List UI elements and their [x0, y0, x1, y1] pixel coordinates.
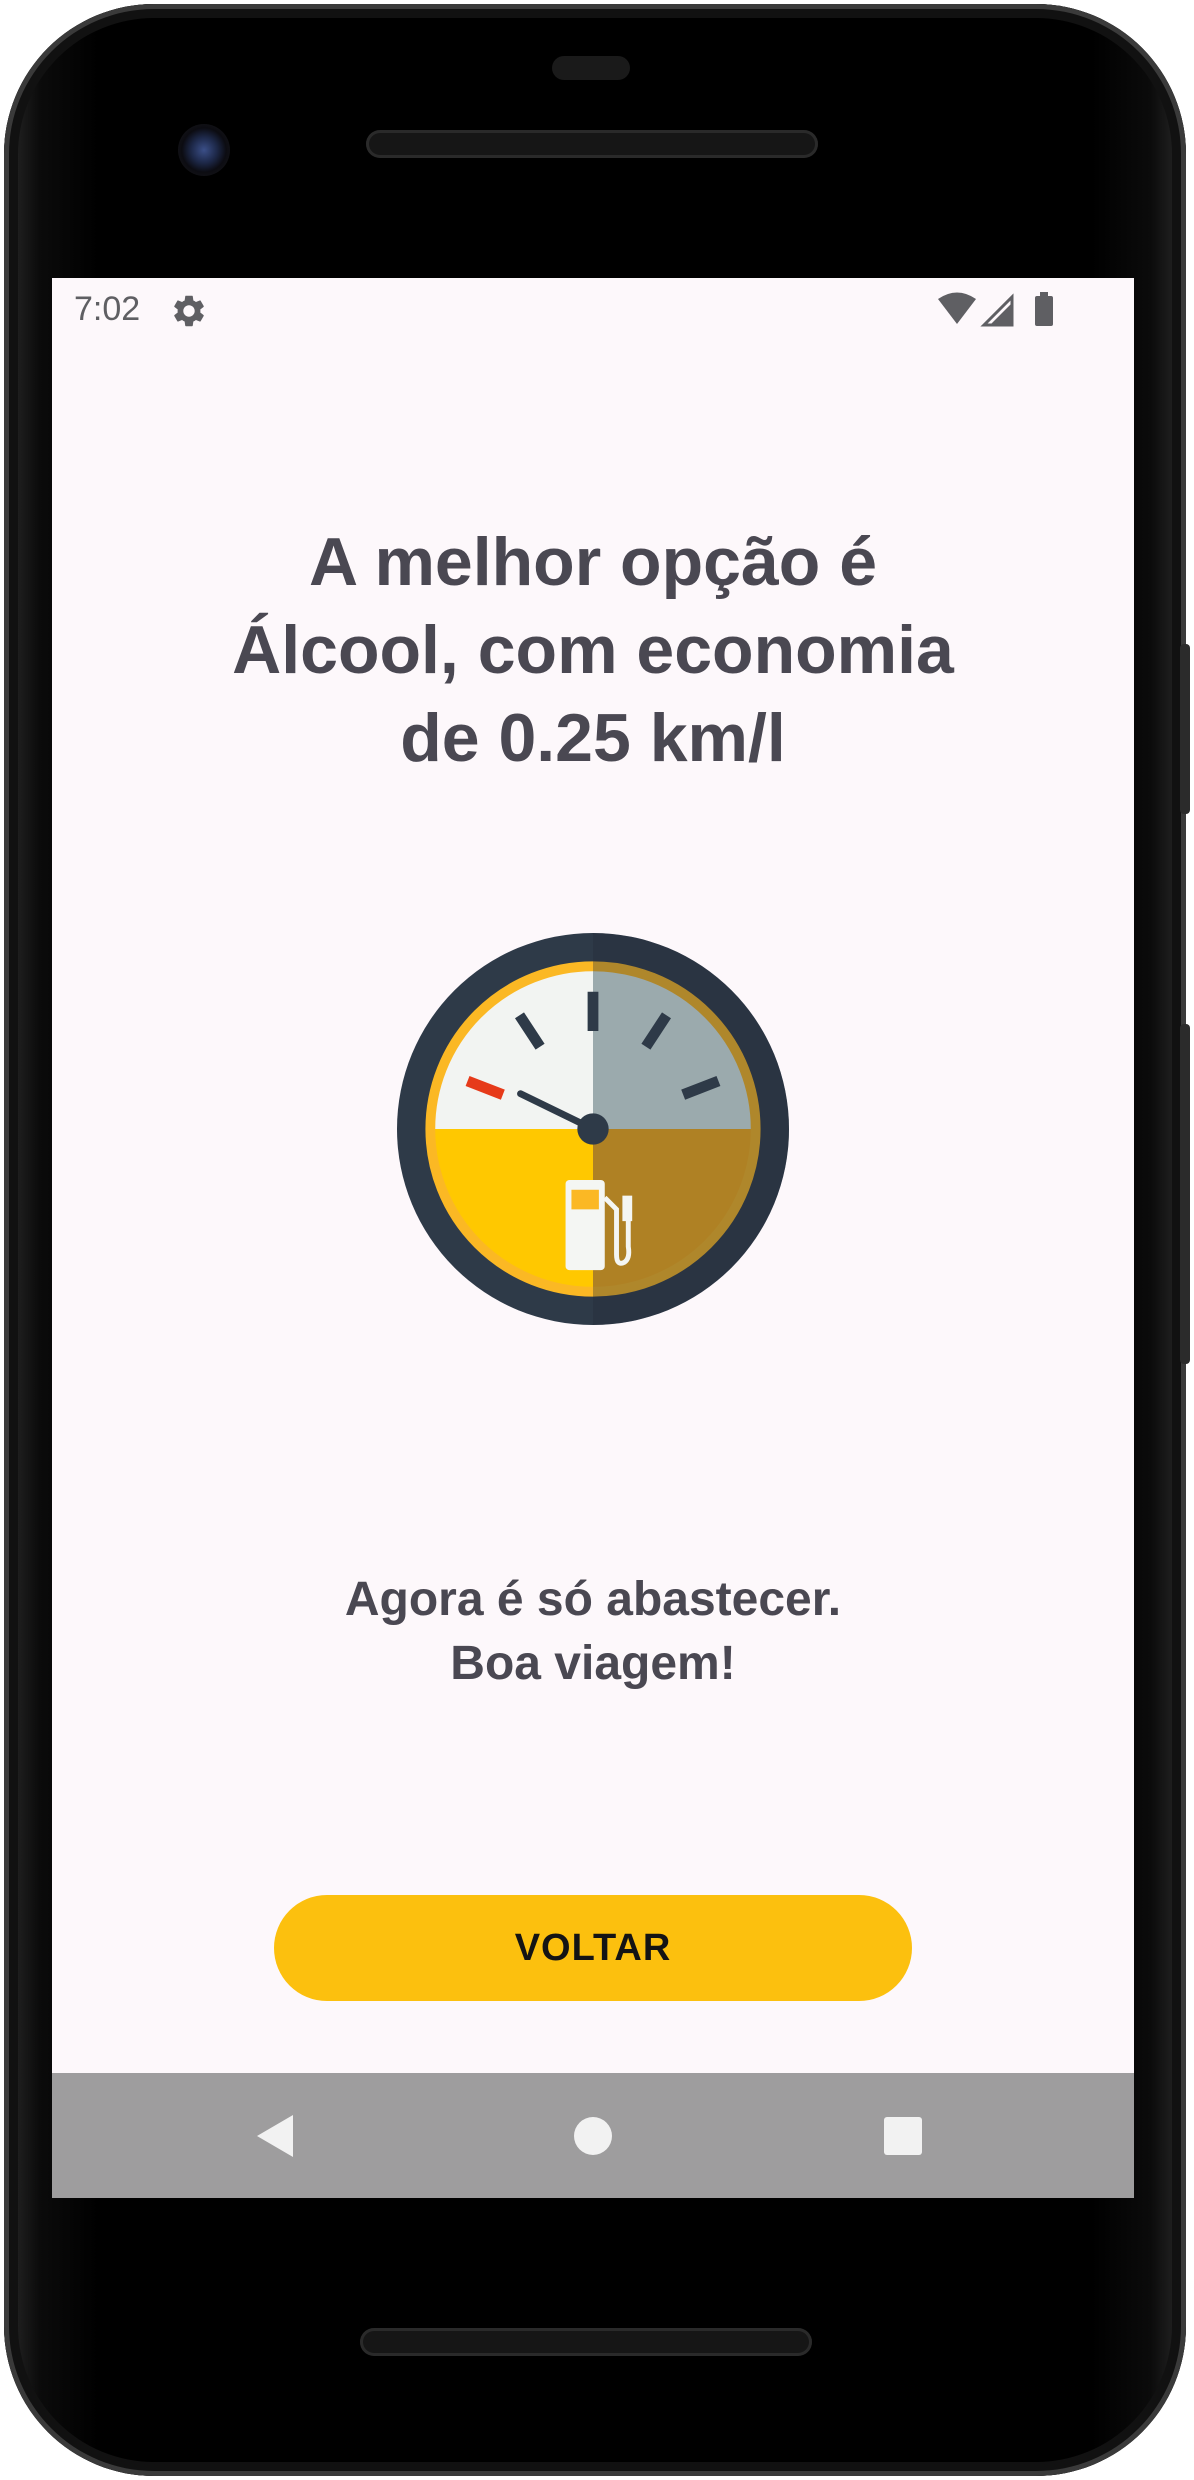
home-icon[interactable]: [560, 2103, 626, 2169]
subtext-line-1: Agora é só abastecer.: [344, 1573, 842, 1626]
navigation-bar: [52, 2073, 1134, 2198]
voltar-button[interactable]: VOLTAR: [274, 1895, 912, 2001]
signal-icon: [980, 293, 1014, 327]
device-frame: 7:02 A melhor opção é Álcool, com econom…: [0, 0, 1194, 2480]
status-bar: 7:02: [52, 278, 1134, 344]
result-subtext: Agora é só abastecer. Boa viagem!: [112, 1568, 1074, 1696]
wifi-icon: [938, 292, 976, 324]
front-camera: [178, 124, 230, 176]
overview-icon[interactable]: [870, 2103, 936, 2169]
power-button: [1180, 644, 1190, 814]
subtext-line-2: Boa viagem!: [450, 1637, 736, 1690]
bottom-speaker-grille: [360, 2328, 812, 2356]
headline-line-2: Álcool, com economia: [232, 612, 954, 688]
status-icons: [938, 292, 1053, 327]
top-speaker-grille: [366, 130, 818, 158]
volume-button: [1180, 1024, 1190, 1364]
status-time: 7:02: [74, 290, 141, 328]
battery-icon: [1035, 292, 1053, 326]
headline-line-3: de 0.25 km/l: [400, 700, 786, 776]
back-icon[interactable]: [243, 2103, 309, 2169]
headline-line-1: A melhor opção é: [308, 524, 878, 600]
result-headline: A melhor opção é Álcool, com economia de…: [112, 518, 1074, 782]
app-screen: 7:02 A melhor opção é Álcool, com econom…: [52, 278, 1134, 2198]
gear-icon: [174, 295, 204, 327]
fuel-gauge-icon: [397, 933, 789, 1325]
earpiece: [552, 56, 630, 80]
